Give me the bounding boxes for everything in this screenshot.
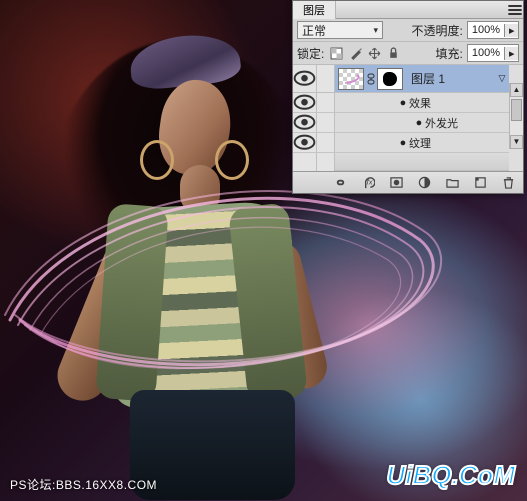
new-layer-icon[interactable] bbox=[471, 174, 489, 192]
effect-bullet-icon: ● bbox=[413, 117, 425, 129]
effects-bullet-icon: ● bbox=[397, 97, 409, 109]
texture-row[interactable]: ● 纹理 bbox=[293, 133, 509, 153]
tab-layers[interactable]: 图层 bbox=[293, 1, 336, 19]
fill-label: 填充: bbox=[436, 45, 463, 62]
layer-thumbnail[interactable] bbox=[338, 68, 364, 90]
link-column[interactable] bbox=[317, 133, 335, 152]
watermark-left: PS论坛:BBS.16XX8.COM bbox=[10, 476, 157, 493]
scroll-down-button[interactable]: ▼ bbox=[510, 135, 523, 149]
layer-scrollbar[interactable]: ▲ ▼ bbox=[509, 83, 523, 149]
scroll-up-button[interactable]: ▲ bbox=[510, 83, 523, 97]
link-column[interactable] bbox=[317, 153, 335, 171]
lock-label: 锁定: bbox=[297, 45, 324, 62]
visibility-toggle[interactable] bbox=[293, 93, 317, 112]
chevron-down-icon: ▾ bbox=[373, 25, 378, 36]
lock-transparency-icon[interactable] bbox=[328, 45, 344, 61]
link-layers-icon[interactable] bbox=[331, 174, 349, 192]
layer-mask-thumbnail[interactable] bbox=[377, 68, 403, 90]
opacity-value: 100% bbox=[468, 24, 504, 36]
fill-input[interactable]: 100% ▸ bbox=[467, 44, 519, 62]
outer-glow-row[interactable]: ● 外发光 bbox=[293, 113, 509, 133]
blend-mode-select[interactable]: 正常 ▾ bbox=[297, 21, 383, 39]
visibility-toggle[interactable] bbox=[293, 65, 317, 92]
visibility-toggle[interactable] bbox=[293, 133, 317, 152]
fill-value: 100% bbox=[468, 47, 504, 59]
link-column[interactable] bbox=[317, 65, 335, 92]
visibility-toggle[interactable] bbox=[293, 113, 317, 132]
eye-icon bbox=[293, 114, 316, 130]
panel-footer: fx bbox=[293, 171, 523, 193]
blend-opacity-row: 正常 ▾ 不透明度: 100% ▸ bbox=[293, 19, 523, 42]
group-icon[interactable] bbox=[443, 174, 461, 192]
lock-fill-row: 锁定: 填充: 100% ▸ bbox=[293, 42, 523, 65]
figure-earring-left bbox=[140, 140, 174, 180]
layer-list: 图层 1 ▽ ● 效果 ● 外发光 bbox=[293, 65, 523, 171]
panel-menu-button[interactable] bbox=[507, 2, 523, 18]
artwork-figure bbox=[30, 10, 330, 500]
scroll-track[interactable] bbox=[510, 97, 523, 135]
effects-label: 效果 bbox=[409, 95, 431, 111]
layer-row[interactable]: 图层 1 ▽ bbox=[293, 65, 509, 93]
panel-tab-bar: 图层 bbox=[293, 1, 523, 19]
opacity-label: 不透明度: bbox=[412, 22, 463, 39]
link-column[interactable] bbox=[317, 113, 335, 132]
lock-pixels-icon[interactable] bbox=[347, 45, 363, 61]
figure-earring-right bbox=[215, 140, 249, 180]
texture-label: 纹理 bbox=[409, 135, 431, 151]
lock-position-icon[interactable] bbox=[366, 45, 382, 61]
svg-text:fx: fx bbox=[366, 177, 372, 186]
delete-layer-icon[interactable] bbox=[499, 174, 517, 192]
fill-arrow-icon[interactable]: ▸ bbox=[504, 47, 518, 60]
eye-icon bbox=[293, 94, 316, 110]
layer-mask-icon[interactable] bbox=[387, 174, 405, 192]
layers-panel: 图层 正常 ▾ 不透明度: 100% ▸ 锁定: bbox=[292, 0, 524, 194]
scroll-thumb[interactable] bbox=[511, 99, 522, 121]
texture-bullet-icon: ● bbox=[397, 137, 409, 149]
mask-link-icon[interactable] bbox=[367, 73, 377, 85]
eye-icon bbox=[293, 70, 316, 86]
layer-style-icon[interactable]: fx bbox=[359, 174, 377, 192]
lock-all-icon[interactable] bbox=[385, 45, 401, 61]
visibility-toggle[interactable] bbox=[293, 153, 317, 171]
watermark-right: UiBQ.CoM bbox=[386, 460, 515, 491]
layer-list-partial-row bbox=[293, 153, 509, 171]
adjustment-layer-icon[interactable] bbox=[415, 174, 433, 192]
link-column[interactable] bbox=[317, 93, 335, 112]
effects-row[interactable]: ● 效果 bbox=[293, 93, 509, 113]
effects-disclosure-icon[interactable]: ▽ bbox=[495, 73, 509, 84]
opacity-arrow-icon[interactable]: ▸ bbox=[504, 24, 518, 37]
layer-name[interactable]: 图层 1 bbox=[407, 70, 445, 87]
outer-glow-label: 外发光 bbox=[425, 115, 458, 131]
opacity-input[interactable]: 100% ▸ bbox=[467, 21, 519, 39]
eye-icon bbox=[293, 134, 316, 150]
blend-mode-value: 正常 bbox=[302, 22, 326, 39]
